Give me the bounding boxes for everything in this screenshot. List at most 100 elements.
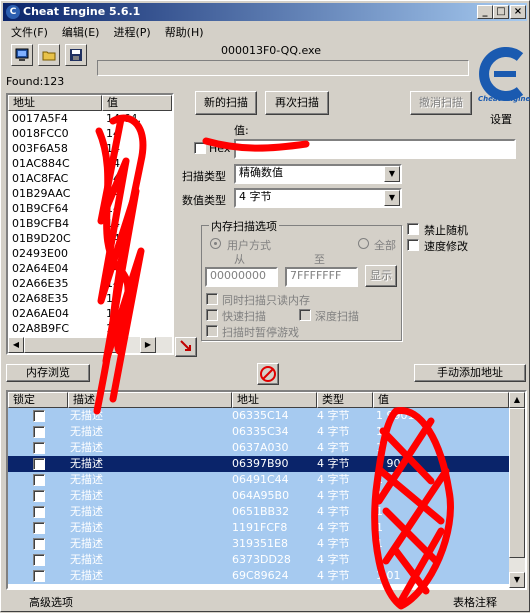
lock-checkbox[interactable]	[33, 410, 45, 422]
fast-scan-checkbox[interactable]	[206, 309, 218, 321]
scroll-down-button[interactable]: ▼	[509, 572, 525, 588]
close-button[interactable]: ×	[510, 5, 526, 19]
result-address[interactable]: 0017A5F4	[12, 111, 102, 127]
result-address[interactable]: 01B9D20C	[12, 231, 102, 247]
scroll-right-button[interactable]: ▶	[140, 337, 156, 353]
col-desc-header[interactable]: 描述	[68, 392, 232, 408]
undo-scan-button[interactable]: 撤消扫描	[410, 91, 472, 115]
result-address[interactable]: 02A64E04	[12, 261, 102, 277]
result-address[interactable]: 01AC8FAC	[12, 171, 102, 187]
lock-checkbox[interactable]	[33, 522, 45, 534]
lock-checkbox[interactable]	[33, 458, 45, 470]
cheat-engine-logo[interactable]: Cheat Engine	[474, 45, 530, 107]
address-row[interactable]: 无描述 06335C34 4 字节 1	[8, 424, 509, 440]
result-address[interactable]: 02A8B9FC	[12, 321, 102, 337]
address-row[interactable]: 无描述 319351E8 4 字节 1	[8, 536, 509, 552]
lock-checkbox[interactable]	[33, 506, 45, 518]
add-to-list-button[interactable]	[175, 337, 197, 357]
col-addr-header[interactable]: 地址	[232, 392, 317, 408]
address-row[interactable]: 无描述 064A95B0 4 字节 1	[8, 488, 509, 504]
clear-list-button[interactable]	[257, 363, 279, 385]
show-button[interactable]: 显示	[365, 265, 397, 287]
menu-process[interactable]: 进程(P)	[105, 22, 156, 40]
result-address[interactable]: 01B29AAC	[12, 186, 102, 202]
readonly-checkbox[interactable]	[206, 293, 218, 305]
result-value[interactable]: 14	[106, 276, 172, 292]
address-row[interactable]: 无描述 6373DD28 4 字节 1	[8, 552, 509, 568]
menu-help[interactable]: 帮助(H)	[157, 22, 210, 40]
value-type-dropdown-icon[interactable]: ▼	[384, 190, 400, 206]
menu-edit[interactable]: 编辑(E)	[54, 22, 106, 40]
address-row[interactable]: 无描述 06397B90 4 字节 1 90	[8, 456, 509, 472]
v-scrollbar[interactable]: ▲ ▼	[509, 392, 525, 588]
result-address[interactable]: 02493E00	[12, 246, 102, 262]
to-address-input[interactable]: 7FFFFFFF	[285, 267, 358, 287]
result-value[interactable]: 14	[106, 186, 172, 202]
pause-game-checkbox[interactable]	[206, 325, 218, 337]
hex-checkbox[interactable]	[194, 142, 206, 154]
value-type-select[interactable]: 4 字节 ▼	[234, 188, 402, 208]
result-address[interactable]: 01B9CFB4	[12, 216, 102, 232]
result-address[interactable]: 02A66E35	[12, 276, 102, 292]
lock-checkbox[interactable]	[33, 554, 45, 566]
col-type-header[interactable]: 类型	[317, 392, 373, 408]
title-bar[interactable]: C Cheat Engine 5.6.1 _ □ ×	[3, 3, 527, 21]
result-value[interactable]: 14	[106, 291, 172, 307]
open-file-button[interactable]	[38, 44, 60, 66]
scroll-up-button[interactable]: ▲	[509, 392, 525, 408]
user-mode-radio[interactable]	[210, 238, 221, 249]
no-random-checkbox[interactable]	[407, 223, 419, 235]
address-row[interactable]: 无描述 0651BB32 4 字节 1	[8, 504, 509, 520]
address-row[interactable]: 无描述 06491C44 4 字节 1	[8, 472, 509, 488]
col-address-header[interactable]: 地址	[8, 95, 102, 111]
lock-checkbox[interactable]	[33, 490, 45, 502]
result-value[interactable]: 14	[106, 156, 172, 172]
result-value[interactable]: 14 64.	[106, 111, 172, 127]
lock-checkbox[interactable]	[33, 538, 45, 550]
result-value[interactable]: 14	[106, 246, 172, 262]
lock-checkbox[interactable]	[33, 474, 45, 486]
address-list[interactable]: 锁定 描述 地址 类型 值 无描述 06335C14 4 字节 1 9901 无描述 06…	[6, 390, 527, 590]
result-value[interactable]: 14	[106, 306, 172, 322]
table-comment-link[interactable]: 表格注释	[453, 594, 497, 610]
scan-type-dropdown-icon[interactable]: ▼	[384, 166, 400, 182]
result-address[interactable]: 02A6AE04	[12, 306, 102, 322]
settings-label[interactable]: 设置	[490, 111, 512, 127]
scroll-left-button[interactable]: ◀	[8, 337, 24, 353]
result-value[interactable]: 14	[106, 201, 172, 217]
result-address[interactable]: 01B9CF64	[12, 201, 102, 217]
result-value[interactable]: 14	[106, 126, 172, 142]
next-scan-button[interactable]: 再次扫描	[265, 91, 329, 115]
deep-scan-checkbox[interactable]	[299, 309, 311, 321]
menu-file[interactable]: 文件(F)	[3, 22, 54, 40]
save-button[interactable]	[65, 44, 87, 66]
address-row[interactable]: 无描述 1191FCF8 4 字节 1	[8, 520, 509, 536]
open-process-button[interactable]	[11, 44, 33, 66]
new-scan-button[interactable]: 新的扫描	[195, 91, 257, 115]
address-row[interactable]: 无描述 0637A030 4 字节 1	[8, 440, 509, 456]
result-value[interactable]: 14	[106, 261, 172, 277]
col-lock-header[interactable]: 锁定	[8, 392, 68, 408]
add-address-button[interactable]: 手动添加地址	[414, 364, 526, 382]
lock-checkbox[interactable]	[33, 570, 45, 582]
address-row[interactable]: 无描述 69C89624 4 字节 1 01	[8, 568, 509, 584]
scan-value-input[interactable]	[234, 139, 516, 159]
speedhack-checkbox[interactable]	[407, 239, 419, 251]
result-value[interactable]: 14	[106, 216, 172, 232]
scan-results-list[interactable]: 地址 值 0017A5F4 14 64. 0018FCC0 14 003F6A58 14 0…	[6, 93, 174, 355]
col-value-header-list[interactable]: 值	[373, 392, 509, 408]
h-scrollbar[interactable]: ◀ ▶	[8, 337, 172, 353]
scan-type-select[interactable]: 精确数值 ▼	[234, 164, 402, 184]
v-scroll-thumb[interactable]	[509, 408, 525, 558]
result-value[interactable]: 14	[106, 321, 172, 337]
result-address[interactable]: 0018FCC0	[12, 126, 102, 142]
result-value[interactable]: 14	[106, 171, 172, 187]
result-address[interactable]: 003F6A58	[12, 141, 102, 157]
h-scroll-thumb[interactable]	[24, 337, 118, 353]
minimize-button[interactable]: _	[477, 5, 493, 19]
maximize-button[interactable]: □	[493, 5, 509, 19]
result-address[interactable]: 02A68E35	[12, 291, 102, 307]
lock-checkbox[interactable]	[33, 426, 45, 438]
col-value-header[interactable]: 值	[102, 95, 172, 111]
memory-view-button[interactable]: 内存浏览	[6, 364, 90, 382]
